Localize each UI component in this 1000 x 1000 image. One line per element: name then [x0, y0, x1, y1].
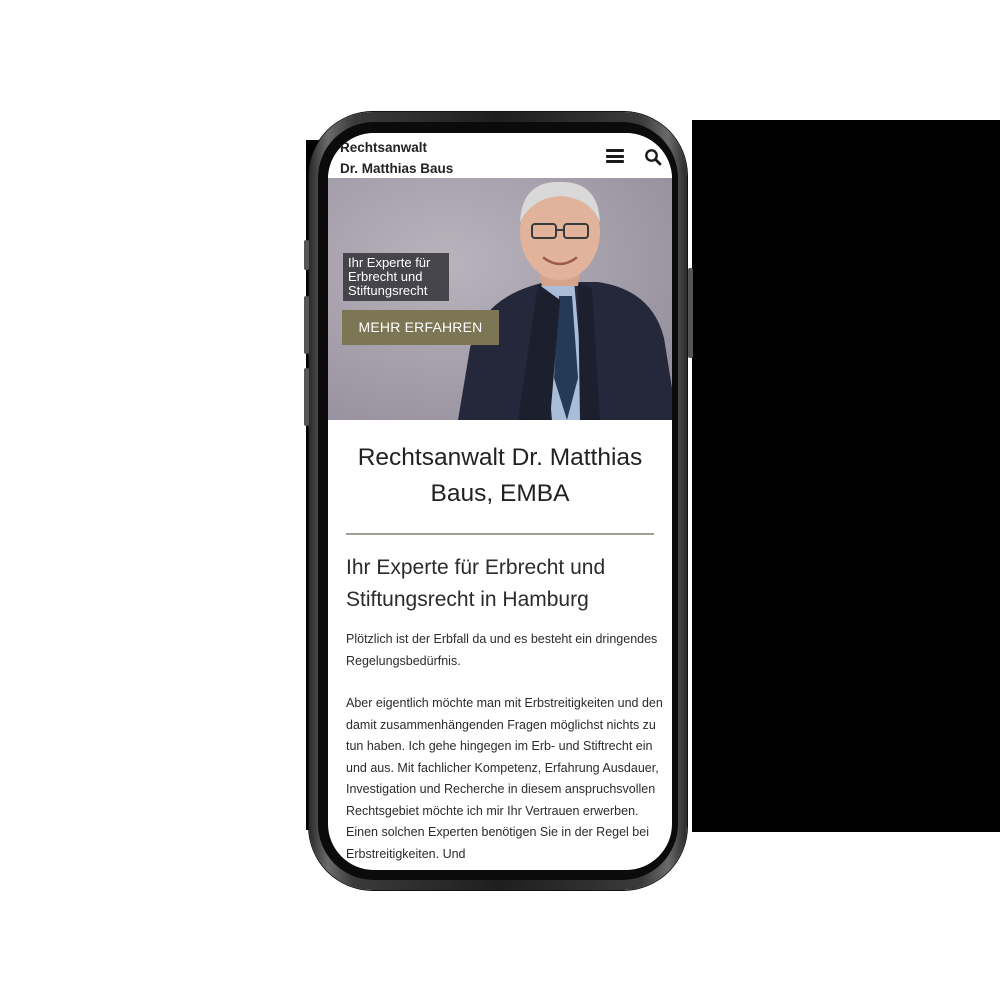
- intro-paragraph: Plötzlich ist der Erbfall da und es best…: [346, 632, 658, 668]
- phone-volume-down-button: [304, 368, 309, 426]
- hero-banner: Ihr Experte für Erbrecht und Stiftungsre…: [328, 178, 672, 420]
- phone-volume-up-button: [304, 296, 309, 354]
- hero-tagline: Ihr Experte für Erbrecht und Stiftungsre…: [343, 253, 449, 301]
- phone-power-button: [688, 268, 693, 358]
- brand-line-2: Dr. Matthias Baus: [340, 161, 454, 176]
- page-title: Rechtsanwalt Dr. Matthias Baus, EMBA: [357, 444, 643, 507]
- title-divider: [346, 533, 654, 535]
- search-icon[interactable]: [644, 148, 662, 166]
- mehr-erfahren-button[interactable]: MEHR ERFAHREN: [342, 310, 499, 345]
- phone-screen: Rechtsanwalt Dr. Matthias Baus Ihr Exper…: [328, 133, 672, 870]
- lawyer-portrait-image: [458, 181, 672, 420]
- site-header: Rechtsanwalt Dr. Matthias Baus: [328, 133, 672, 178]
- background-block: [692, 120, 1000, 832]
- section-subheading: Ihr Experte für Erbrecht und Stiftungsre…: [346, 556, 606, 611]
- brand-line-1: Rechtsanwalt: [340, 140, 428, 155]
- body-paragraph: Aber eigentlich möchte man mit Erbstreit…: [346, 696, 663, 861]
- site-brand[interactable]: Rechtsanwalt Dr. Matthias Baus: [340, 137, 453, 179]
- hamburger-menu-icon[interactable]: [606, 149, 624, 163]
- phone-silent-switch: [304, 240, 309, 270]
